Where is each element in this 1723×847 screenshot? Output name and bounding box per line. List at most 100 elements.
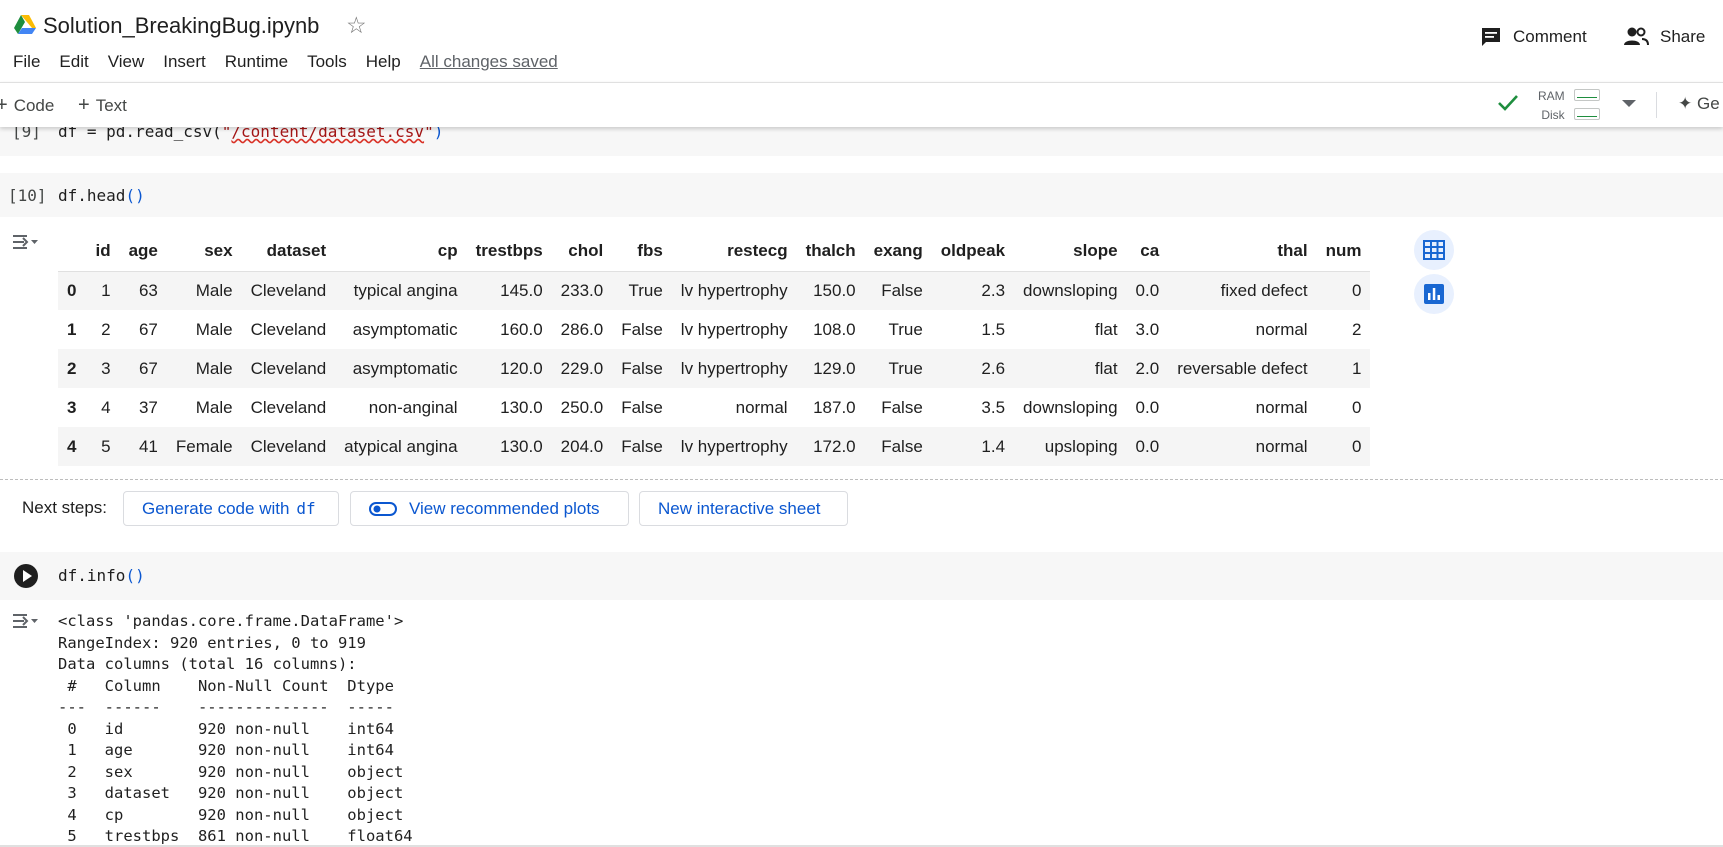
output-line: --- ------ -------------- ----- [58,698,413,716]
table-cell: 150.0 [813,280,856,300]
table-cell: 172.0 [813,436,856,456]
table-cell: 67 [138,358,158,378]
chevron-down-icon[interactable] [1622,100,1636,107]
add-code-button[interactable]: + Code [0,94,54,117]
table-cell: asymptomatic [352,319,458,339]
code-text: df.info [58,566,126,585]
table-cell: 1.5 [981,319,1006,339]
table-cell: upsloping [1044,436,1118,456]
table-row: 1 2 67 Male Cleveland asymptomatic 160.0… [58,310,1370,349]
add-code-label: Code [13,95,55,115]
menu-edit[interactable]: Edit [59,52,88,72]
column-header: id [86,231,120,272]
plus-icon: + [0,94,8,116]
toolbar-divider [1656,92,1657,118]
gemini-button[interactable]: ✦ Ge [1678,94,1720,114]
code-text: df.head [58,186,126,205]
table-cell: reversable defect [1177,358,1308,378]
notebook-title[interactable]: Solution_BreakingBug.ipynb [43,13,319,39]
code-paren: () [125,186,145,205]
table-cell: 1.4 [981,436,1006,456]
output-line: Data columns (total 16 columns): [58,655,357,673]
generate-code-var: df [296,499,316,518]
sparkle-icon: ✦ [1678,94,1693,113]
toggle-icon [369,501,397,516]
plus-icon: + [78,94,90,116]
output-line: RangeIndex: 920 entries, 0 to 919 [58,633,366,652]
table-cell: Cleveland [250,436,327,456]
table-cell: lv hypertrophy [680,280,788,300]
toolbar: + Code + Text RAM Disk ✦ Ge [0,82,1723,127]
output-toggle-icon[interactable] [13,611,39,631]
code-line-11[interactable]: df.info() [58,566,145,585]
table-cell: False [621,358,663,378]
ram-meter [1574,89,1600,101]
table-cell: 67 [138,319,158,339]
table-cell: False [621,436,663,456]
code-line-10[interactable]: df.head() [58,186,145,205]
info-output: <class 'pandas.core.frame.DataFrame'> Ran… [58,611,413,847]
share-icon [1624,27,1649,46]
output-line: 3 dataset 920 non-null object [58,784,413,802]
add-text-button[interactable]: + Text [78,94,127,117]
save-status[interactable]: All changes saved [420,52,558,72]
table-cell: 1 [1352,358,1362,378]
share-button[interactable]: Share [1623,26,1705,48]
column-header: oldpeak [931,231,1015,272]
resource-labels[interactable]: RAM Disk [1538,87,1565,125]
table-cell: Male [195,280,233,300]
column-header: ca [1126,231,1169,272]
column-header: num [1316,231,1371,272]
table-cell: True [888,319,923,339]
comment-button[interactable]: Comment [1480,26,1587,48]
check-icon [1498,95,1518,111]
generate-code-button[interactable]: Generate code with df [123,491,339,526]
column-header: thalch [796,231,865,272]
menu-tools[interactable]: Tools [307,52,347,72]
table-cell: 0 [1352,397,1362,417]
code-cell-10[interactable] [0,173,1723,217]
run-icon[interactable] [14,564,38,588]
comment-label: Comment [1513,27,1587,46]
table-cell: False [621,397,663,417]
table-cell: asymptomatic [352,358,458,378]
table-cell: non-anginal [368,397,458,417]
output-line: 4 cp 920 non-null object [58,805,413,824]
table-cell: Female [175,436,233,456]
new-sheet-button[interactable]: New interactive sheet [639,491,848,526]
menu-bar: File Edit View Insert Runtime Tools Help… [13,52,558,72]
menu-insert[interactable]: Insert [163,52,206,72]
view-plots-button[interactable]: View recommended plots [350,491,629,526]
table-cell: 2.3 [981,280,1006,300]
column-header: slope [1014,231,1127,272]
menu-file[interactable]: File [13,52,40,72]
menu-runtime[interactable]: Runtime [225,52,288,72]
table-cell: 5 [101,436,111,456]
ram-label: RAM [1538,89,1565,103]
menu-help[interactable]: Help [366,52,401,72]
table-cell: 3.5 [981,397,1006,417]
header: Solution_BreakingBug.ipynb ☆ File Edit V… [0,0,1723,82]
table-cell: 0 [1352,280,1362,300]
column-header: exang [864,231,932,272]
chart-icon [1424,284,1444,304]
table-cell: lv hypertrophy [680,358,788,378]
suggest-charts-button[interactable] [1414,274,1454,314]
code-cell-11[interactable] [0,552,1723,600]
star-icon[interactable]: ☆ [346,12,367,39]
table-header-row: id age sex dataset cp trestbps chol fbs … [58,231,1371,272]
table-cell: 130.0 [500,397,543,417]
table-cell: 2.6 [981,358,1006,378]
convert-to-table-button[interactable] [1414,230,1454,270]
menu-view[interactable]: View [108,52,145,72]
table-cell: Cleveland [250,319,327,339]
table-cell: normal [1255,436,1308,456]
table-cell: 3.0 [1135,319,1160,339]
output-toggle-icon[interactable] [13,232,39,252]
column-header: restecg [671,231,797,272]
disk-label: Disk [1541,108,1565,122]
output-divider [0,479,1723,480]
table-row: 2 3 67 Male Cleveland asymptomatic 120.0… [58,349,1371,388]
disk-meter [1574,108,1600,120]
drive-logo-icon[interactable] [14,15,36,35]
